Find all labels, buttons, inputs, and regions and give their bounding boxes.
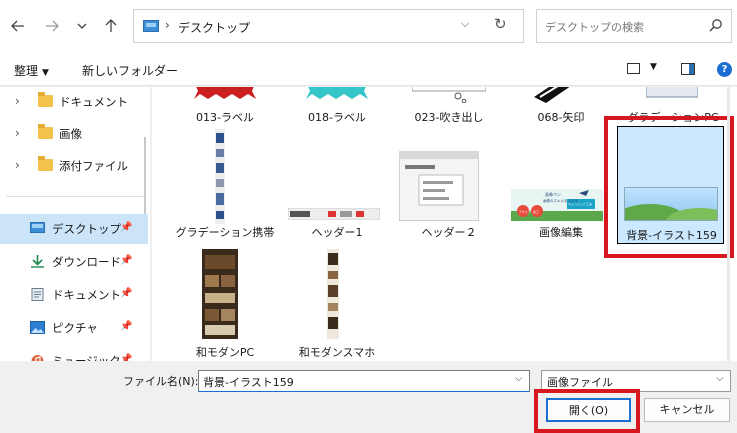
- arrow-up-icon: [105, 19, 117, 32]
- thumbnail-text-overlay: 画像ペン画像のスキルを上げるデザイン 加工ちょっとした工夫: [519, 191, 592, 214]
- search-icon: [709, 19, 722, 32]
- sidebar-item-documents-folder[interactable]: › ドキュメント: [0, 87, 148, 117]
- thumb-title: 画像ペン: [545, 191, 561, 197]
- filename-label: ファイル名(N):: [123, 375, 199, 388]
- file-name: 和モダンPC: [195, 346, 255, 359]
- organize-label: 整理: [14, 64, 39, 78]
- pictures-icon: [30, 321, 45, 334]
- file-thumbnail: [399, 151, 479, 221]
- file-thumbnail: [202, 249, 238, 339]
- forward-button[interactable]: [40, 14, 64, 38]
- expand-chevron-icon[interactable]: ›: [15, 126, 20, 140]
- file-name: 023-吹き出し: [414, 111, 484, 124]
- sidebar-item-downloads[interactable]: ダウンロード 📌: [0, 247, 148, 277]
- thumb-badge: 加工: [533, 209, 539, 214]
- desktop-icon: [30, 222, 45, 233]
- sidebar-item-attachments-folder[interactable]: › 添付ファイル: [0, 151, 148, 181]
- view-icon[interactable]: [627, 63, 640, 74]
- filename-input[interactable]: 背景-イラスト159: [198, 370, 530, 392]
- chevron-down-icon: [77, 23, 87, 29]
- folder-icon: [38, 92, 53, 107]
- help-icon[interactable]: ?: [717, 62, 732, 77]
- file-thumbnail: [534, 87, 570, 103]
- file-thumbnail: [288, 208, 380, 220]
- filename-dropdown-icon[interactable]: ⌵: [515, 373, 523, 384]
- refresh-icon[interactable]: ↻: [494, 15, 507, 33]
- content-scrollbar[interactable]: [727, 87, 730, 361]
- highlight-box-open-button: [534, 389, 640, 433]
- sidebar-item-music[interactable]: ミュージック 📌: [0, 346, 148, 361]
- sidebar-divider: [6, 196, 144, 197]
- folder-icon: [38, 156, 53, 171]
- up-button[interactable]: [99, 14, 123, 38]
- desktop-icon: [143, 20, 159, 32]
- file-name: 和モダンスマホ: [298, 346, 376, 359]
- sidebar-item-documents[interactable]: ドキュメント 📌: [0, 280, 148, 310]
- thumb-badge: デザイン: [519, 209, 531, 214]
- file-thumbnail: [215, 129, 225, 224]
- recent-locations-button[interactable]: [70, 14, 94, 38]
- address-bar[interactable]: › デスクトップ ⌵ ↻: [133, 9, 524, 43]
- pin-icon[interactable]: 📌: [120, 255, 132, 266]
- expand-chevron-icon[interactable]: ›: [15, 158, 20, 172]
- back-button[interactable]: [6, 14, 30, 38]
- file-thumbnail: [306, 87, 368, 99]
- sidebar-item-desktop[interactable]: デスクトップ 📌: [0, 214, 148, 244]
- file-thumbnail: [412, 87, 486, 103]
- navigation-pane: › ドキュメント › 画像 › 添付ファイル デスクトップ 📌 ダウンロード 📌…: [0, 87, 150, 361]
- file-item[interactable]: グラデーション携帯: [170, 129, 280, 239]
- sidebar-item-label: ダウンロード: [52, 255, 121, 269]
- file-item[interactable]: 和モダンPC: [170, 249, 280, 359]
- search-box[interactable]: デスクトップの検索: [536, 9, 732, 43]
- file-name: ヘッダー1: [311, 226, 363, 239]
- pin-icon[interactable]: 📌: [120, 354, 132, 361]
- expand-chevron-icon[interactable]: ›: [15, 94, 20, 108]
- sidebar-item-pictures[interactable]: ピクチャ 📌: [0, 313, 148, 343]
- caret-down-icon: ▼: [42, 68, 49, 78]
- new-folder-button[interactable]: 新しいフォルダー: [82, 62, 178, 79]
- cancel-button[interactable]: キャンセル: [644, 398, 730, 422]
- sidebar-item-label: 画像: [59, 127, 82, 141]
- thumb-badge: ちょっとした工夫: [568, 201, 592, 206]
- sidebar-item-images-folder[interactable]: › 画像: [0, 119, 148, 149]
- file-item[interactable]: 和モダンスマホ: [282, 249, 392, 359]
- file-name: グラデーション携帯: [175, 226, 275, 239]
- highlight-box-selected-file: [604, 116, 734, 258]
- pin-icon[interactable]: 📌: [120, 222, 132, 233]
- file-thumbnail: [194, 87, 256, 99]
- search-input[interactable]: デスクトップの検索: [545, 19, 644, 35]
- command-bar: 整理 ▼ 新しいフォルダー ▼ ?: [0, 54, 737, 86]
- arrow-left-icon: [11, 20, 24, 32]
- preview-pane-icon[interactable]: [681, 63, 695, 75]
- address-row: › デスクトップ ⌵ ↻ デスクトップの検索: [0, 0, 737, 54]
- arrow-right-icon: [46, 20, 59, 32]
- view-dropdown-icon[interactable]: ▼: [650, 62, 657, 72]
- file-thumbnail: [646, 87, 698, 98]
- file-name: 018-ラベル: [308, 111, 366, 124]
- address-dropdown-icon[interactable]: ⌵: [461, 17, 469, 31]
- file-name: ヘッダー２: [421, 226, 477, 239]
- breadcrumb-separator[interactable]: ›: [165, 18, 170, 32]
- file-item[interactable]: ヘッダー1: [282, 129, 392, 239]
- download-icon: [31, 255, 44, 268]
- file-item[interactable]: 画像ペン 画像のスキルを上げる デザイン 加工 ちょっとした工夫 画像編集: [506, 129, 616, 239]
- pin-icon[interactable]: 📌: [120, 321, 132, 332]
- file-thumbnail: [327, 249, 339, 339]
- breadcrumb-desktop[interactable]: デスクトップ: [178, 19, 250, 36]
- folder-icon: [38, 124, 53, 139]
- filetype-dropdown-icon[interactable]: ⌵: [716, 373, 724, 384]
- sidebar-item-label: デスクトップ: [52, 222, 121, 236]
- file-item[interactable]: ヘッダー２: [394, 129, 504, 239]
- sidebar-item-label: ドキュメント: [59, 95, 128, 109]
- sidebar-item-label: 添付ファイル: [59, 159, 128, 173]
- file-name: 013-ラベル: [196, 111, 254, 124]
- sidebar-item-label: ピクチャ: [52, 321, 98, 335]
- music-icon: [31, 355, 44, 361]
- document-icon: [31, 288, 44, 301]
- sidebar-item-label: ドキュメント: [52, 288, 121, 302]
- sidebar-item-label: ミュージック: [52, 354, 121, 361]
- pin-icon[interactable]: 📌: [120, 288, 132, 299]
- organize-button[interactable]: 整理 ▼: [14, 62, 49, 79]
